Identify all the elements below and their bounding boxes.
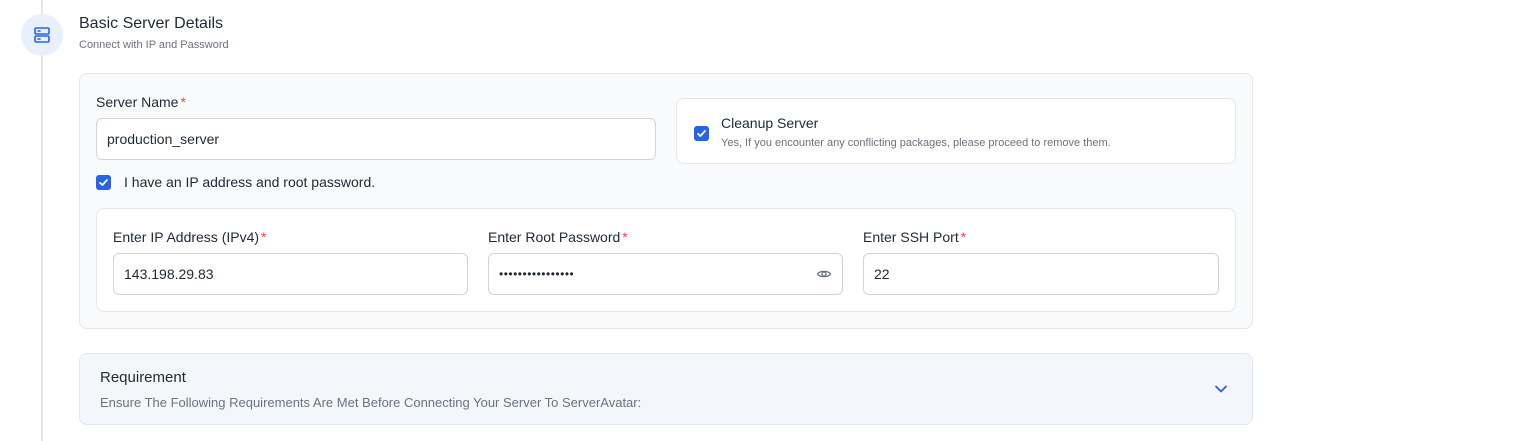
- ssh-port-label: Enter SSH Port *: [863, 229, 966, 245]
- ip-address-label: Enter IP Address (IPv4) *: [113, 229, 266, 245]
- check-icon: [99, 179, 108, 186]
- required-mark: *: [180, 94, 186, 110]
- ip-address-label-text: Enter IP Address (IPv4): [113, 229, 260, 245]
- server-name-value: production_server: [107, 131, 220, 147]
- requirement-title: Requirement: [100, 369, 186, 386]
- cleanup-server-description: Yes, If you encounter any conflicting pa…: [721, 137, 1111, 149]
- ip-address-input[interactable]: 143.198.29.83: [113, 253, 468, 295]
- root-password-label-text: Enter Root Password: [488, 229, 621, 245]
- server-icon: [21, 14, 63, 56]
- ssh-port-label-text: Enter SSH Port: [863, 229, 959, 245]
- ssh-port-input[interactable]: 22: [863, 253, 1219, 295]
- requirement-accordion[interactable]: [79, 353, 1253, 425]
- ip-password-checkbox-label[interactable]: I have an IP address and root password.: [124, 174, 375, 190]
- server-name-label: Server Name *: [96, 94, 186, 110]
- section-subtitle: Connect with IP and Password: [79, 39, 229, 51]
- root-password-value: ••••••••••••••••: [499, 267, 575, 281]
- server-name-input[interactable]: production_server: [96, 118, 656, 160]
- required-mark: *: [622, 229, 628, 245]
- timeline-line: [41, 0, 43, 441]
- chevron-down-icon[interactable]: [1212, 380, 1230, 398]
- check-icon: [697, 130, 706, 137]
- ip-address-value: 143.198.29.83: [124, 266, 214, 282]
- server-name-label-text: Server Name: [96, 94, 179, 110]
- section-title: Basic Server Details: [79, 15, 224, 32]
- eye-icon[interactable]: [816, 266, 832, 282]
- required-mark: *: [960, 229, 967, 245]
- root-password-label: Enter Root Password *: [488, 229, 628, 245]
- cleanup-server-box: [676, 98, 1236, 164]
- root-password-input[interactable]: ••••••••••••••••: [488, 253, 843, 295]
- cleanup-server-checkbox[interactable]: [694, 126, 709, 141]
- requirement-description: Ensure The Following Requirements Are Me…: [100, 395, 642, 410]
- required-mark: *: [261, 229, 267, 245]
- ssh-port-value: 22: [874, 266, 890, 282]
- cleanup-server-title: Cleanup Server: [721, 115, 819, 131]
- ip-password-checkbox[interactable]: [96, 175, 111, 190]
